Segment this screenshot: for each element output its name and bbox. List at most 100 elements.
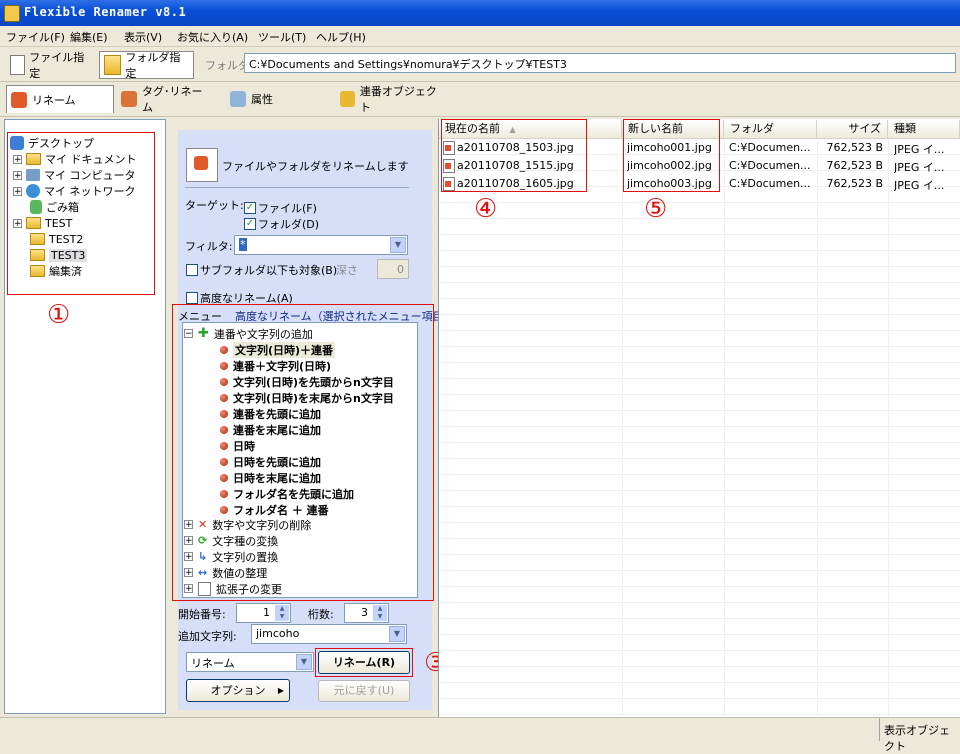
sequence-icon <box>340 91 355 107</box>
subfolder-checkbox[interactable]: サブフォルダ以下も対象(B) <box>186 262 337 278</box>
cell-type: JPEG イ... <box>894 159 956 175</box>
file-mode-button[interactable]: ファイル指定 <box>6 51 96 80</box>
cell-type: JPEG イ... <box>894 141 956 157</box>
tab-attributes-label: 属性 <box>251 93 273 106</box>
cell-type-text: JPEG イ... <box>894 179 945 192</box>
divider <box>185 187 409 188</box>
column-size[interactable]: サイズ <box>817 120 888 138</box>
options-label: オプション <box>210 684 266 697</box>
folder-label: フォルダ <box>205 59 249 72</box>
rename-large-icon <box>186 148 218 182</box>
rename-icon <box>11 91 27 108</box>
column-divider <box>622 138 623 716</box>
folder-path-input[interactable]: C:¥Documents and Settings¥nomura¥デスクトップ¥… <box>244 53 956 73</box>
start-number-label: 開始番号: <box>178 608 226 621</box>
cell-folder-text: C:¥Documen... <box>729 177 811 190</box>
digits-value: 3 <box>361 606 368 619</box>
column-divider <box>724 138 725 716</box>
cell-folder: C:¥Documen... <box>729 141 819 154</box>
cell-folder-text: C:¥Documen... <box>729 159 811 172</box>
file-mode-label: ファイル指定 <box>29 51 85 80</box>
target-label: ターゲット: <box>185 199 244 212</box>
append-string-value: jimcoho <box>256 627 300 640</box>
menu-tools[interactable]: ツール(T) <box>258 29 306 45</box>
annotation-box-3 <box>315 648 413 677</box>
cell-folder: C:¥Documen... <box>729 159 819 172</box>
annotation-1: ① <box>47 300 71 330</box>
checkbox-label: サブフォルダ以下も対象(B) <box>200 264 338 277</box>
tab-rename-label: リネーム <box>32 93 76 107</box>
filter-label: フィルタ: <box>185 240 233 253</box>
menu-file[interactable]: ファイル(F) <box>6 29 65 45</box>
column-folder[interactable]: フォルダ <box>724 120 817 138</box>
filter-combo[interactable]: * ▼ <box>234 235 408 255</box>
undo-button[interactable]: 元に戻す(U) <box>318 680 410 702</box>
checkbox-unchecked[interactable] <box>186 264 198 276</box>
annotation-box-1 <box>7 132 155 295</box>
list-gridlines <box>439 138 960 716</box>
menu-view[interactable]: 表示(V) <box>124 29 162 45</box>
append-string-label: 追加文字列: <box>178 630 237 643</box>
folder-icon <box>104 55 122 75</box>
tab-sequence-label: 連番オブジェクト <box>359 85 437 114</box>
app-icon <box>4 5 20 22</box>
cell-size-text: 762,523 B <box>826 141 883 154</box>
cell-type: JPEG イ... <box>894 177 956 193</box>
spin-arrows-icon[interactable]: ▲ ▼ <box>275 605 289 621</box>
panel-description: ファイルやフォルダをリネームします <box>222 160 409 173</box>
options-button[interactable]: オプション ▶ <box>186 679 290 702</box>
cell-size: 762,523 B <box>819 177 883 190</box>
target-folder-checkbox[interactable]: ✓ フォルダ(D) <box>244 216 319 232</box>
checkbox-checked[interactable]: ✓ <box>244 202 256 214</box>
column-type[interactable]: 種類 <box>888 120 960 138</box>
annotation-box-2 <box>172 304 434 601</box>
folder-mode-label: フォルダ指定 <box>125 51 181 80</box>
menu-favorites[interactable]: お気に入り(A) <box>177 29 248 45</box>
spin-arrows-icon[interactable]: ▲ ▼ <box>373 605 387 621</box>
checkbox-checked[interactable]: ✓ <box>244 218 256 230</box>
cell-size-text: 762,523 B <box>826 159 883 172</box>
annotation-box-4 <box>441 119 587 192</box>
start-number-spinner[interactable]: 1 ▲ ▼ <box>236 603 291 623</box>
mode-combo[interactable]: リネーム ▼ <box>186 652 314 672</box>
attributes-icon <box>230 91 246 107</box>
tab-rename[interactable]: リネーム <box>6 85 114 113</box>
menu-help[interactable]: ヘルプ(H) <box>316 29 366 45</box>
status-divider <box>879 718 880 741</box>
column-divider <box>817 138 818 716</box>
cell-size: 762,523 B <box>819 141 883 154</box>
chevron-down-icon[interactable]: ▼ <box>389 626 405 642</box>
status-text: 表示オブジェクト <box>884 724 950 753</box>
title-bar[interactable]: Flexible Renamer v8.1 <box>0 0 960 26</box>
cell-type-text: JPEG イ... <box>894 143 945 156</box>
checkbox-unchecked[interactable] <box>186 292 198 304</box>
chevron-down-icon[interactable]: ▼ <box>296 654 312 670</box>
tab-sequence-objects[interactable]: 連番オブジェクト <box>336 85 446 114</box>
checkbox-label: ファイル(F) <box>258 202 317 215</box>
cell-type-text: JPEG イ... <box>894 161 945 174</box>
tab-attributes[interactable]: 属性 <box>226 85 296 113</box>
folder-mode-button[interactable]: フォルダ指定 <box>99 51 194 80</box>
start-number-value: 1 <box>263 606 270 619</box>
window-title: Flexible Renamer v8.1 <box>24 5 187 19</box>
cell-size: 762,523 B <box>819 159 883 172</box>
target-file-checkbox[interactable]: ✓ ファイル(F) <box>244 200 317 216</box>
append-string-combo[interactable]: jimcoho ▼ <box>251 624 407 644</box>
column-divider <box>888 138 889 716</box>
digits-spinner[interactable]: 3 ▲ ▼ <box>344 603 389 623</box>
filter-value: * <box>239 238 247 251</box>
checkbox-label: フォルダ(D) <box>258 218 320 231</box>
cell-folder-text: C:¥Documen... <box>729 141 811 154</box>
cell-size-text: 762,523 B <box>826 177 883 190</box>
annotation-5: ⑤ <box>644 194 668 224</box>
mode-value: リネーム <box>191 657 235 670</box>
tab-tag-rename[interactable]: タグ･リネーム <box>117 85 217 114</box>
tag-icon <box>121 91 137 107</box>
annotation-box-5 <box>623 119 720 192</box>
menu-edit[interactable]: 編集(E) <box>70 29 108 45</box>
status-bar: 表示オブジェクト <box>0 717 960 753</box>
chevron-down-icon[interactable]: ▼ <box>390 237 406 253</box>
depth-label: 深さ <box>336 264 358 277</box>
depth-input: 0 <box>377 259 409 279</box>
chevron-right-icon: ▶ <box>277 686 284 695</box>
